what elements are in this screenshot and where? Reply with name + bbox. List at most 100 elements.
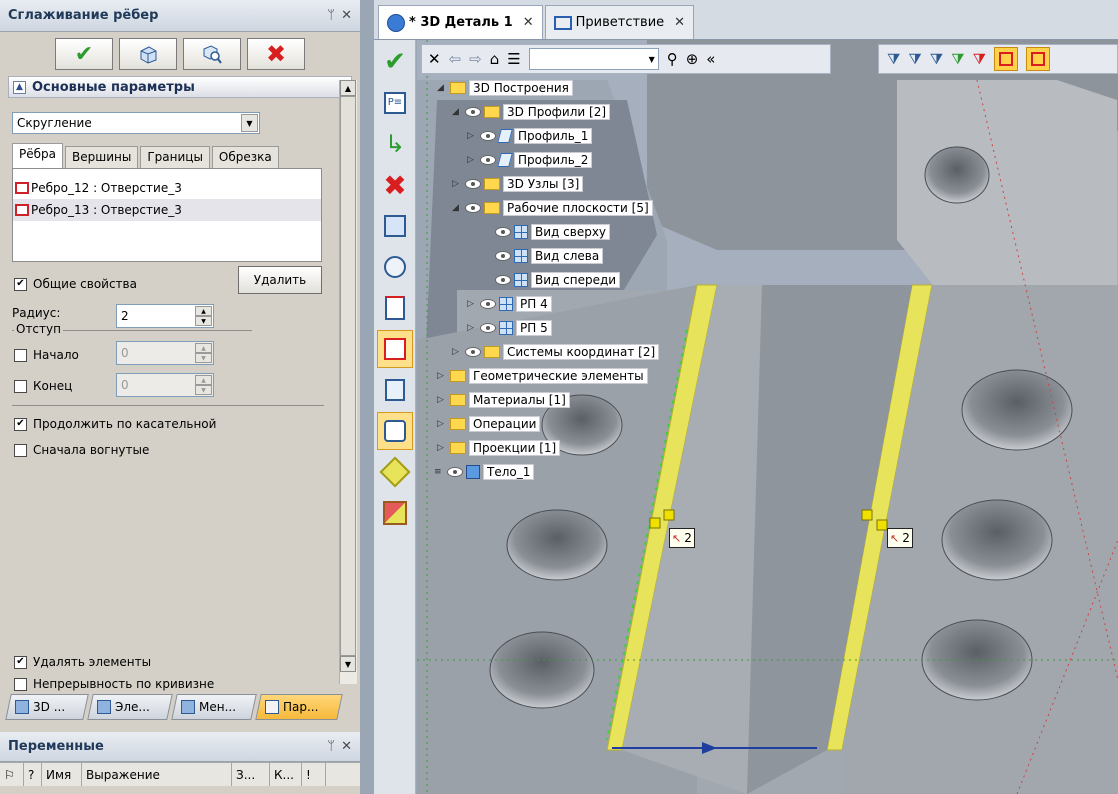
- end-checkbox[interactable]: Конец: [14, 376, 72, 396]
- tree-item[interactable]: ▷ Профиль_2: [467, 150, 593, 170]
- zoom-preview-button[interactable]: [183, 38, 241, 70]
- tab-edges[interactable]: Рёбра: [12, 143, 63, 168]
- tab-3d-part[interactable]: * 3D Деталь 1 ✕: [378, 5, 543, 39]
- close-tab-icon[interactable]: ✕: [674, 15, 685, 30]
- expander-icon[interactable]: ▷: [452, 347, 462, 357]
- zoom-op-button[interactable]: [377, 248, 413, 286]
- edges-list[interactable]: Ребро_12 : Отверстие_3 Ребро_13 : Отверс…: [12, 168, 322, 262]
- tree-item-label[interactable]: Тело_1: [483, 464, 535, 480]
- fillet-radius-label[interactable]: ↖ 2: [669, 528, 695, 548]
- checkbox-checked-icon[interactable]: ✔: [14, 277, 27, 291]
- expander-icon[interactable]: ▷: [452, 179, 462, 189]
- face-mode-button[interactable]: [377, 371, 413, 409]
- preview-button[interactable]: [119, 38, 177, 70]
- chamfer-button[interactable]: [377, 494, 413, 532]
- scroll-down-arrow-icon[interactable]: ▼: [340, 656, 356, 672]
- radius-stepper[interactable]: 2 ▲ ▼: [116, 304, 214, 328]
- visibility-eye-icon[interactable]: [465, 107, 481, 117]
- expander-icon[interactable]: ▷: [467, 131, 477, 141]
- tree-item[interactable]: Вид сверху: [482, 222, 611, 242]
- tree-item[interactable]: ▷ Геометрические элементы: [437, 366, 648, 386]
- col-name[interactable]: Имя: [42, 763, 82, 786]
- tree-item[interactable]: ◢ Рабочие плоскости [5]: [452, 198, 653, 218]
- list-item[interactable]: Ребро_13 : Отверстие_3: [13, 199, 321, 221]
- tree-search-input[interactable]: ▼: [528, 48, 659, 70]
- expander-icon[interactable]: ◢: [452, 107, 462, 117]
- apply-button[interactable]: ✔: [377, 43, 413, 81]
- tree-item[interactable]: ▷ Профиль_1: [467, 126, 593, 146]
- expander-icon[interactable]: ≡: [434, 467, 444, 477]
- tree-item-label[interactable]: 3D Построения: [469, 80, 573, 96]
- collapse-left-icon[interactable]: «: [706, 50, 715, 68]
- checkbox-icon[interactable]: [14, 379, 27, 393]
- visibility-eye-icon[interactable]: [480, 155, 496, 165]
- expander-icon[interactable]: ◢: [452, 203, 462, 213]
- visibility-eye-icon[interactable]: [480, 299, 496, 309]
- tab-parameters[interactable]: Пар...: [255, 694, 343, 720]
- checkbox-icon[interactable]: [14, 348, 27, 362]
- filter-clear-icon[interactable]: ⧩: [973, 50, 986, 68]
- tree-item-label[interactable]: Проекции [1]: [469, 440, 561, 456]
- filter-faces-toggle[interactable]: [1025, 47, 1050, 71]
- expander-icon[interactable]: ▷: [437, 419, 447, 429]
- tree-item[interactable]: ▷ Материалы [1]: [437, 390, 570, 410]
- tree-item[interactable]: Вид слева: [482, 246, 604, 266]
- tree-item-label[interactable]: 3D Профили [2]: [503, 104, 611, 120]
- tree-item-label[interactable]: Профиль_2: [514, 152, 593, 168]
- tree-item-label[interactable]: РП 5: [516, 320, 552, 336]
- visibility-eye-icon[interactable]: [480, 131, 496, 141]
- back-arrow-icon[interactable]: ⇦: [449, 50, 462, 68]
- close-icon[interactable]: ✕: [341, 8, 352, 23]
- preview-op-button[interactable]: [377, 207, 413, 245]
- fillet-button[interactable]: [377, 453, 413, 491]
- cancel-op-button[interactable]: ✖: [377, 166, 413, 204]
- visibility-eye-icon[interactable]: [495, 275, 511, 285]
- filter-all-icon[interactable]: ⧩: [908, 50, 921, 68]
- expander-icon[interactable]: ▷: [437, 371, 447, 381]
- filter-list-icon[interactable]: ⧩: [930, 50, 943, 68]
- tab-vertices[interactable]: Вершины: [65, 146, 139, 168]
- close-icon[interactable]: ✕: [428, 50, 441, 68]
- cancel-button[interactable]: ✖: [247, 38, 305, 70]
- chevron-down-icon[interactable]: ▼: [241, 114, 258, 132]
- close-tab-icon[interactable]: ✕: [523, 15, 534, 30]
- expander-icon[interactable]: ▷: [467, 323, 477, 333]
- scroll-up-arrow-icon[interactable]: ▲: [340, 80, 356, 96]
- col-expression[interactable]: Выражение: [82, 763, 232, 786]
- tree-item[interactable]: ▷ Проекции [1]: [437, 438, 561, 458]
- list-view-icon[interactable]: ☰: [507, 50, 520, 68]
- visibility-eye-icon[interactable]: [480, 323, 496, 333]
- tab-welcome[interactable]: Приветствие ✕: [544, 5, 695, 39]
- delete-elements-checkbox[interactable]: ✔ Удалять элементы: [14, 652, 151, 672]
- tree-item[interactable]: ▷ Системы координат [2]: [452, 342, 660, 362]
- tree-item[interactable]: ▷ РП 4: [467, 294, 552, 314]
- tree-item[interactable]: ▷ РП 5: [467, 318, 552, 338]
- search-icon[interactable]: ⚲: [667, 50, 678, 68]
- loop-mode-button[interactable]: [377, 412, 413, 450]
- stepper-up-icon[interactable]: ▲: [195, 306, 212, 316]
- checkbox-icon[interactable]: [14, 443, 27, 457]
- tree-item-label[interactable]: Системы координат [2]: [503, 344, 660, 360]
- expander-icon[interactable]: ▷: [437, 443, 447, 453]
- checkbox-checked-icon[interactable]: ✔: [14, 655, 27, 669]
- tree-item-label[interactable]: РП 4: [516, 296, 552, 312]
- expander-icon[interactable]: ◢: [437, 83, 447, 93]
- close-icon[interactable]: ✕: [341, 739, 352, 754]
- pin-icon[interactable]: ᛘ: [327, 8, 335, 23]
- checkbox-checked-icon[interactable]: ✔: [14, 417, 27, 431]
- filter-check-icon[interactable]: ⧩: [951, 50, 964, 68]
- delete-button[interactable]: Удалить: [238, 266, 322, 294]
- params-window-button[interactable]: P≡: [377, 84, 413, 122]
- curvature-checkbox[interactable]: Непрерывность по кривизне: [14, 674, 214, 694]
- section-main-params[interactable]: ▲ Основные параметры: [8, 76, 352, 98]
- tab-elements[interactable]: Эле...: [87, 694, 173, 720]
- tree-item[interactable]: ◢ 3D Профили [2]: [452, 102, 611, 122]
- edge-select-button[interactable]: [377, 289, 413, 327]
- tangent-checkbox[interactable]: ✔ Продолжить по касательной: [14, 414, 216, 434]
- tree-item-label[interactable]: Вид сверху: [531, 224, 611, 240]
- tab-trim[interactable]: Обрезка: [211, 146, 279, 168]
- col-comment[interactable]: К...: [270, 763, 302, 786]
- visibility-eye-icon[interactable]: [495, 227, 511, 237]
- concave-first-checkbox[interactable]: Сначала вогнутые: [14, 440, 149, 460]
- list-item[interactable]: Ребро_12 : Отверстие_3: [13, 177, 321, 199]
